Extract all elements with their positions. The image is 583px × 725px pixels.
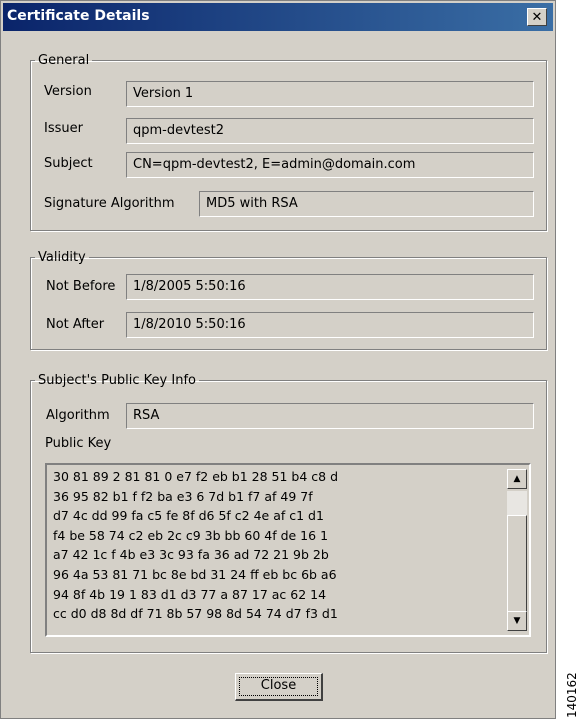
issuer-field: qpm-devtest2 xyxy=(126,118,534,144)
window-title: Certificate Details xyxy=(7,8,150,24)
version-label: Version xyxy=(44,84,92,99)
scroll-down-icon[interactable]: ▼ xyxy=(507,611,527,631)
version-field: Version 1 xyxy=(126,81,534,107)
not-before-label: Not Before xyxy=(46,279,116,294)
scroll-up-icon[interactable]: ▲ xyxy=(507,469,527,489)
issuer-label: Issuer xyxy=(44,121,83,136)
public-key-textarea[interactable]: 30 81 89 2 81 81 0 e7 f2 eb b1 28 51 b4 … xyxy=(45,463,531,637)
public-key-line: f4 be 58 74 c2 eb 2c c9 3b bb 60 4f de 1… xyxy=(53,527,329,543)
subject-field: CN=qpm-devtest2, E=admin@domain.com xyxy=(126,152,534,178)
public-key-line: 36 95 82 b1 f f2 ba e3 6 7d b1 f7 af 49 … xyxy=(53,488,313,504)
public-key-info-legend: Subject's Public Key Info xyxy=(38,373,196,388)
signature-algorithm-label: Signature Algorithm xyxy=(44,196,175,211)
signature-algorithm-field: MD5 with RSA xyxy=(199,191,534,217)
not-after-label: Not After xyxy=(46,317,105,332)
validity-legend: Validity xyxy=(38,250,86,265)
algorithm-field: RSA xyxy=(126,403,534,429)
public-key-line: 30 81 89 2 81 81 0 e7 f2 eb b1 28 51 b4 … xyxy=(53,469,339,484)
not-before-field: 1/8/2005 5:50:16 xyxy=(126,274,534,300)
scroll-thumb[interactable] xyxy=(507,515,527,613)
general-legend: General xyxy=(38,53,90,68)
figure-id: 140162 xyxy=(565,672,579,718)
not-after-field: 1/8/2010 5:50:16 xyxy=(126,312,534,338)
close-button[interactable]: Close xyxy=(235,673,323,701)
public-key-line: 96 4a 53 81 71 bc 8e bd 31 24 ff eb bc 6… xyxy=(53,566,337,582)
public-key-label: Public Key xyxy=(45,436,112,451)
focus-rectangle xyxy=(239,677,318,696)
scroll-track[interactable] xyxy=(507,491,527,613)
close-icon[interactable]: ✕ xyxy=(527,8,547,26)
public-key-text: 30 81 89 2 81 81 0 e7 f2 eb b1 28 51 b4 … xyxy=(53,467,499,624)
public-key-line: d7 4c dd 99 fa c5 fe 8f d6 5f c2 4e af c… xyxy=(53,508,324,524)
public-key-line: a7 42 1c f 4b e3 3c 93 fa 36 ad 72 21 9b… xyxy=(53,547,329,563)
public-key-line: 94 8f 4b 19 1 83 d1 d3 77 a 87 17 ac 62 … xyxy=(53,586,327,602)
public-key-line: cc d0 d8 8d df 71 8b 57 98 8d 54 74 d7 f… xyxy=(53,606,338,622)
subject-label: Subject xyxy=(44,156,93,171)
vertical-scrollbar[interactable]: ▲ ▼ xyxy=(507,467,527,633)
certificate-details-dialog: Certificate Details ✕ General Version Ve… xyxy=(0,0,556,719)
title-bar[interactable]: Certificate Details ✕ xyxy=(3,3,553,31)
algorithm-label: Algorithm xyxy=(46,408,110,423)
